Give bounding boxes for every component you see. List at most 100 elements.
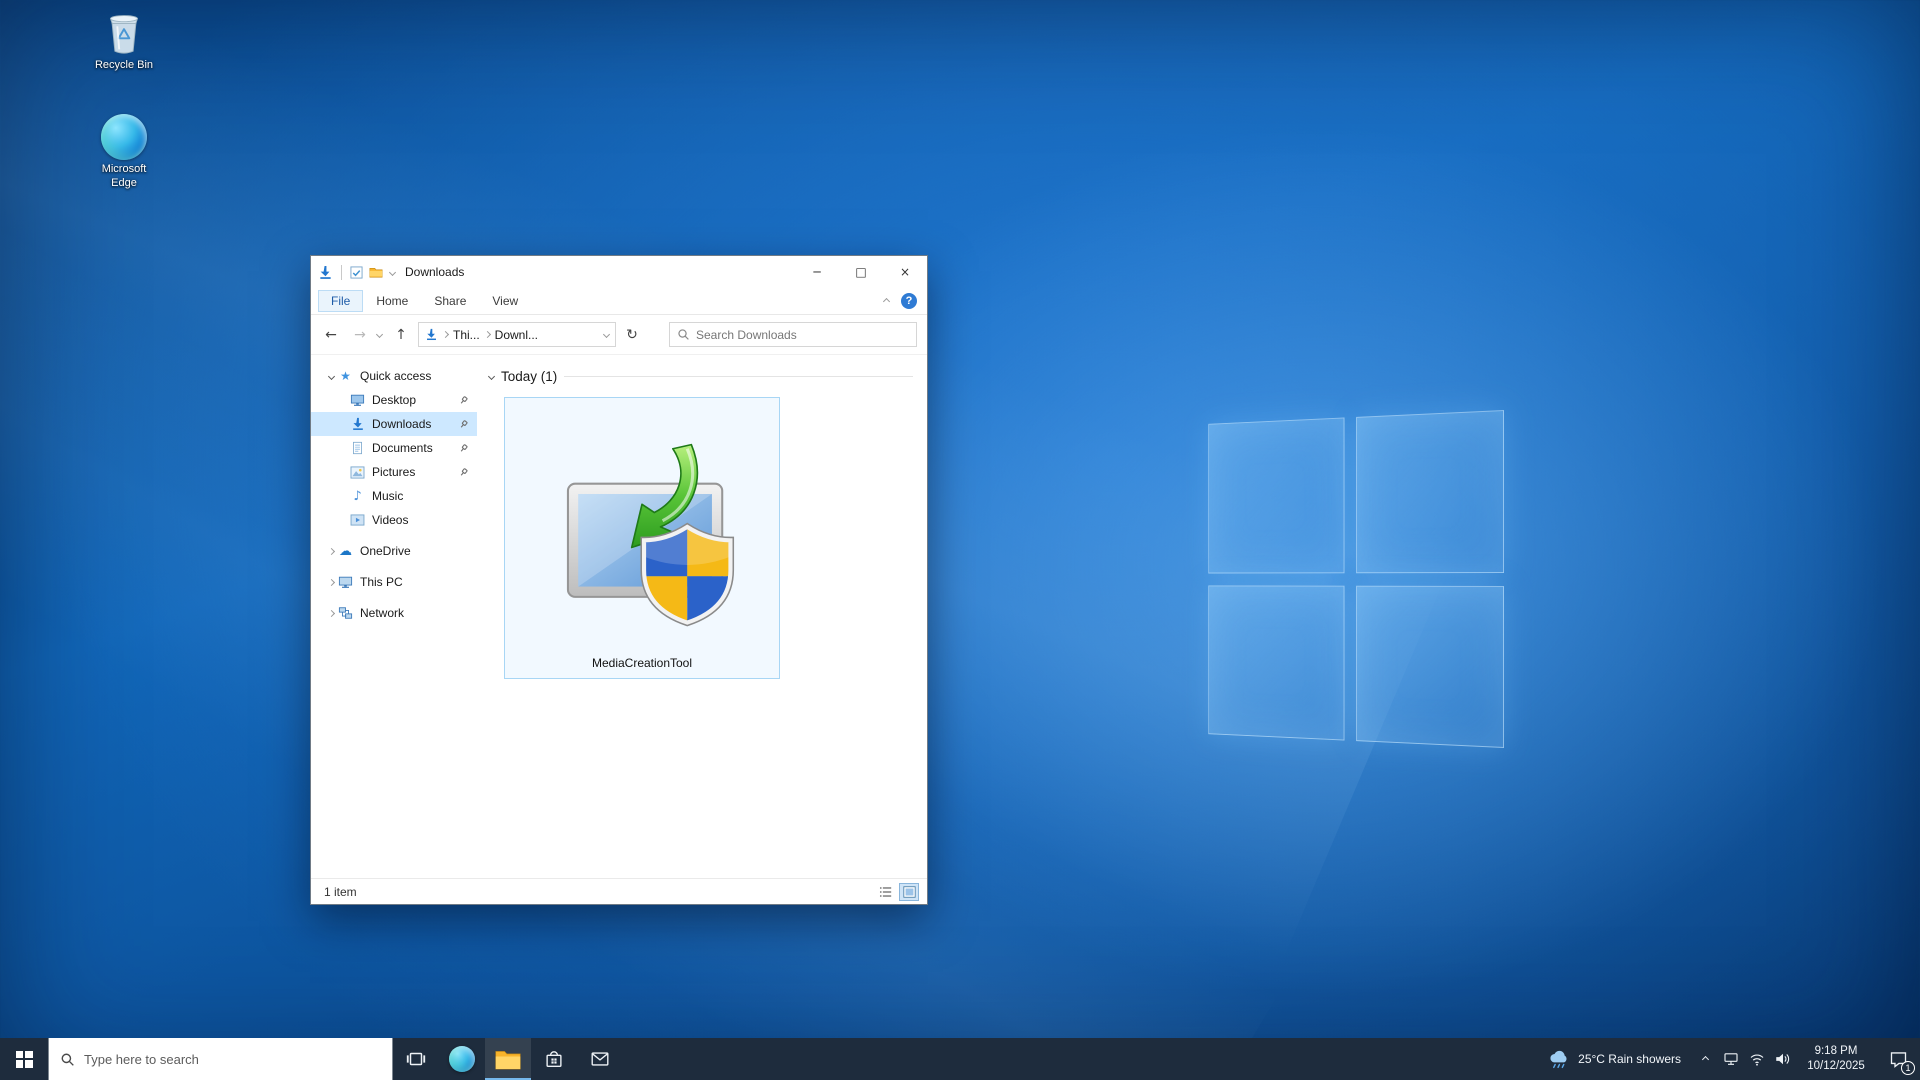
thumbnail-view-button[interactable] [899, 883, 919, 901]
sidebar-item-documents[interactable]: Documents [311, 436, 477, 460]
window-title: Downloads [405, 265, 464, 279]
breadcrumb-separator-icon[interactable] [442, 331, 449, 338]
tab-home[interactable]: Home [363, 290, 421, 312]
sidebar-item-desktop[interactable]: Desktop [311, 388, 477, 412]
file-explorer-icon [495, 1049, 521, 1070]
taskbar-clock[interactable]: 9:18 PM 10/12/2025 [1796, 1044, 1876, 1074]
details-view-button[interactable] [875, 883, 895, 901]
breadcrumb-downloads[interactable]: Downl... [495, 328, 538, 342]
tab-file[interactable]: File [318, 290, 363, 312]
address-bar[interactable]: Thi... Downl... [418, 322, 616, 347]
properties-icon[interactable] [350, 266, 363, 279]
sidebar-item-quick-access[interactable]: ★ Quick access [311, 364, 477, 388]
explorer-search-input[interactable] [696, 328, 909, 342]
desktop-icon-label: Microsoft Edge [88, 163, 160, 191]
windows-logo-icon [16, 1051, 33, 1068]
recent-locations-icon[interactable] [376, 331, 383, 338]
tab-view[interactable]: View [479, 290, 531, 312]
wallpaper-vignette [0, 0, 1920, 1080]
expand-ribbon-icon[interactable] [883, 297, 890, 304]
close-button[interactable]: × [883, 256, 927, 288]
sidebar-item-onedrive[interactable]: ☁ OneDrive [311, 539, 477, 563]
documents-icon [349, 441, 366, 455]
taskbar-store-button[interactable] [531, 1038, 577, 1080]
taskbar-search-input[interactable] [84, 1052, 381, 1067]
collapse-icon[interactable] [327, 547, 334, 554]
address-dropdown-icon[interactable] [603, 331, 610, 338]
taskbar: 25°C Rain showers [0, 1038, 1920, 1080]
tray-volume-icon[interactable] [1770, 1038, 1796, 1080]
downloads-icon [349, 417, 366, 431]
quick-access-star-icon: ★ [337, 369, 354, 383]
collapse-icon[interactable] [327, 578, 334, 585]
chevron-up-icon [1701, 1055, 1708, 1062]
search-icon [60, 1052, 75, 1067]
weather-temperature: 25°C [1578, 1052, 1605, 1066]
clock-time: 9:18 PM [1796, 1044, 1876, 1059]
pin-icon [459, 418, 468, 432]
desktop-icon-microsoft-edge[interactable]: Microsoft Edge [80, 114, 168, 191]
toolbar-separator [341, 265, 342, 280]
media-creation-tool-icon [539, 398, 745, 656]
recycle-bin-icon [80, 10, 168, 56]
minimize-button[interactable]: ─ [795, 256, 839, 288]
pin-icon [459, 394, 468, 408]
taskbar-search-box[interactable] [48, 1038, 393, 1080]
show-hidden-icons-button[interactable] [1692, 1038, 1718, 1080]
ribbon-tabs: File Home Share View ? [311, 288, 927, 315]
customize-quick-access-icon[interactable] [389, 268, 396, 275]
sidebar-item-downloads[interactable]: Downloads [311, 412, 477, 436]
refresh-button[interactable]: ↻ [621, 323, 643, 347]
logo-pane [1208, 585, 1344, 741]
search-icon [677, 328, 690, 341]
sidebar-item-pictures[interactable]: Pictures [311, 460, 477, 484]
sidebar-item-network[interactable]: Network [311, 601, 477, 625]
tray-network-pc-icon[interactable] [1718, 1038, 1744, 1080]
edge-icon [80, 114, 168, 160]
new-folder-icon[interactable] [369, 266, 383, 278]
navigation-bar: ← → ↑ Thi... Downl... ↻ [311, 315, 927, 355]
sidebar-item-videos[interactable]: Videos [311, 508, 477, 532]
back-button[interactable]: ← [319, 323, 343, 347]
expand-icon[interactable] [327, 372, 334, 379]
maximize-button[interactable]: □ [839, 256, 883, 288]
taskbar-mail-button[interactable] [577, 1038, 623, 1080]
item-count: 1 item [324, 885, 357, 899]
collapse-group-icon[interactable] [488, 373, 495, 380]
taskbar-edge-button[interactable] [439, 1038, 485, 1080]
collapse-icon[interactable] [327, 609, 334, 616]
sidebar-item-music[interactable]: ♪ Music [311, 484, 477, 508]
mail-icon [589, 1048, 611, 1070]
group-header-today[interactable]: Today (1) [489, 369, 927, 384]
explorer-search-box[interactable] [669, 322, 917, 347]
address-location-icon [425, 328, 438, 341]
navigation-pane: ★ Quick access Desktop [311, 355, 477, 878]
group-header-label: Today (1) [501, 369, 557, 384]
sidebar-item-this-pc[interactable]: This PC [311, 570, 477, 594]
breadcrumb-this-pc[interactable]: Thi... [453, 328, 480, 342]
title-bar[interactable]: Downloads ─ □ × [311, 256, 927, 288]
taskbar-weather-widget[interactable]: 25°C Rain showers [1536, 1038, 1692, 1080]
downloads-folder-icon [318, 265, 333, 280]
onedrive-cloud-icon: ☁ [337, 544, 354, 559]
taskbar-file-explorer-button[interactable] [485, 1038, 531, 1080]
pin-icon [459, 442, 468, 456]
file-explorer-window: Downloads ─ □ × File Home Share View ? ←… [310, 255, 928, 905]
microsoft-store-icon [543, 1048, 565, 1070]
desktop-icon-recycle-bin[interactable]: Recycle Bin [80, 10, 168, 73]
breadcrumb-separator-icon[interactable] [484, 331, 491, 338]
desktop-icon [349, 393, 366, 407]
forward-button[interactable]: → [348, 323, 372, 347]
up-button[interactable]: ↑ [389, 323, 413, 347]
file-list-area: Today (1) [477, 355, 927, 878]
music-icon: ♪ [349, 489, 366, 504]
file-item-mediacreationtool[interactable]: MediaCreationTool [504, 397, 780, 679]
tray-wifi-icon[interactable] [1744, 1038, 1770, 1080]
tab-share[interactable]: Share [421, 290, 479, 312]
file-item-label: MediaCreationTool [592, 656, 692, 678]
help-icon[interactable]: ? [901, 293, 917, 309]
action-center-button[interactable]: 1 [1876, 1038, 1920, 1080]
edge-icon [449, 1046, 475, 1072]
task-view-button[interactable] [393, 1038, 439, 1080]
start-button[interactable] [0, 1038, 48, 1080]
